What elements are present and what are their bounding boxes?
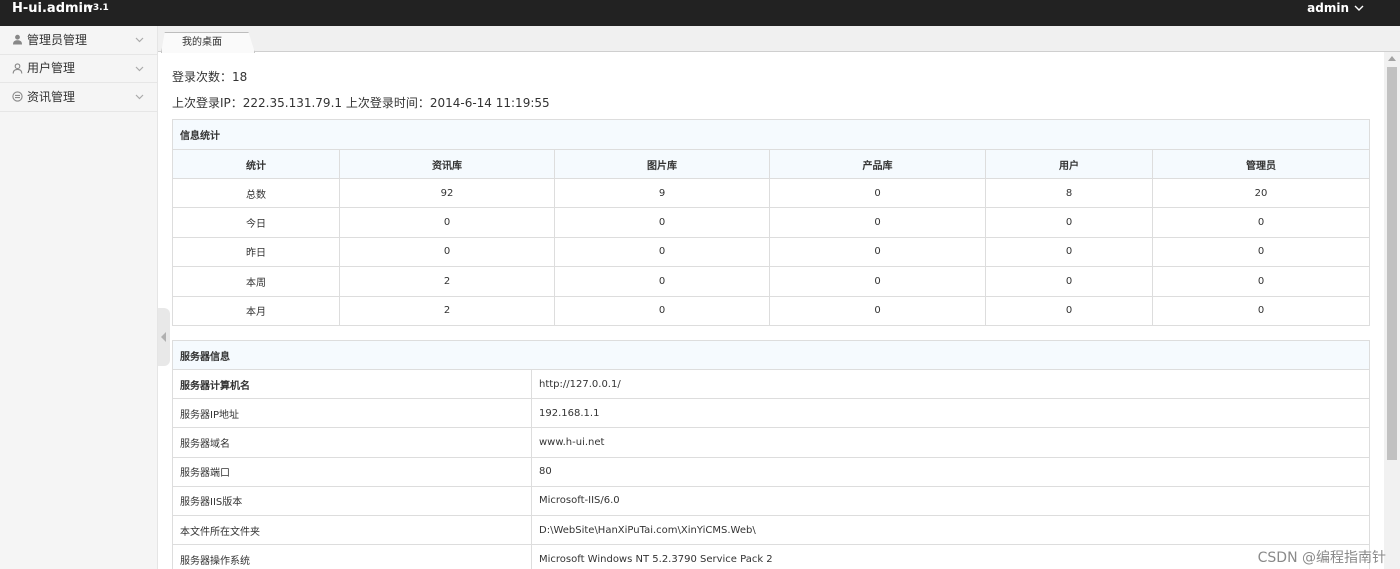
table-row: 本文件所在文件夹 D:\WebSite\HanXiPuTai.com\XinYi… (172, 514, 1370, 546)
table-cell: Microsoft Windows NT 5.2.3790 Service Pa… (531, 544, 1370, 569)
table-cell: 0 (339, 207, 555, 238)
table-row: 昨日 0 0 0 0 0 (172, 236, 1370, 268)
table-cell: 0 (769, 236, 986, 268)
table-cell: 0 (985, 207, 1153, 238)
stats-table: 信息统计 统计 资讯库 图片库 产品库 用户 管理员 总数 92 9 0 8 2… (172, 119, 1370, 326)
sidebar-item-user-management[interactable]: 用户管理 (0, 55, 157, 83)
sidebar-item-label: 用户管理 (27, 61, 76, 76)
table-cell: 0 (554, 207, 770, 238)
table-cell: 2 (339, 295, 555, 326)
chevron-down-icon (135, 37, 144, 43)
sidebar-collapse-handle[interactable] (158, 308, 170, 366)
table-cell: 本周 (172, 266, 340, 297)
vertical-scrollbar[interactable] (1384, 52, 1400, 569)
table-cell: 0 (985, 266, 1153, 297)
table-row: 今日 0 0 0 0 0 (172, 207, 1370, 238)
table-cell: 9 (554, 177, 770, 209)
table-cell: 0 (339, 236, 555, 268)
chevron-down-icon (1354, 5, 1364, 11)
login-count: 登录次数：18 (172, 70, 248, 84)
table-header-row: 统计 资讯库 图片库 产品库 用户 管理员 (172, 149, 1370, 179)
table-cell: 92 (339, 177, 555, 209)
column-header: 统计 (172, 149, 340, 179)
table-cell: http://127.0.0.1/ (531, 368, 1370, 400)
table-row: 服务器计算机名 http://127.0.0.1/ (172, 368, 1370, 400)
version-label: v3.1 (87, 3, 109, 13)
table-cell: 80 (531, 456, 1370, 487)
sidebar-item-label: 管理员管理 (27, 32, 88, 47)
table-cell: 服务器IIS版本 (172, 485, 532, 516)
table-cell: 服务器操作系统 (172, 544, 532, 569)
sidebar-item-label: 资讯管理 (27, 89, 76, 104)
table-cell: D:\WebSite\HanXiPuTai.com\XinYiCMS.Web\ (531, 514, 1370, 546)
table-cell: Microsoft-IIS/6.0 (531, 485, 1370, 516)
user-name: admin (1307, 1, 1349, 15)
table-row: 服务器端口 80 (172, 456, 1370, 487)
table-cell: 今日 (172, 207, 340, 238)
table-row: 服务器域名 www.h-ui.net (172, 427, 1370, 458)
main-content: 登录次数：18 上次登录IP：222.35.131.79.1 上次登录时间：20… (158, 52, 1384, 569)
column-header: 图片库 (554, 149, 770, 179)
table-cell: 0 (1152, 295, 1370, 326)
table-cell: 0 (769, 266, 986, 297)
server-info-table: 服务器信息 服务器计算机名 http://127.0.0.1/ 服务器IP地址 … (172, 340, 1370, 569)
column-header: 用户 (985, 149, 1153, 179)
table-cell: 0 (554, 236, 770, 268)
table-cell: 2 (339, 266, 555, 297)
table-cell: 服务器端口 (172, 456, 532, 487)
table-cell: 0 (1152, 236, 1370, 268)
chevron-down-icon (135, 66, 144, 71)
table-cell: 0 (985, 295, 1153, 326)
brand-logo[interactable]: H-ui.admin (12, 1, 92, 17)
column-header: 管理员 (1152, 149, 1370, 179)
table-cell: 0 (769, 207, 986, 238)
stats-table-caption: 信息统计 (172, 119, 1370, 150)
table-cell: 总数 (172, 177, 340, 209)
table-cell: 192.168.1.1 (531, 398, 1370, 429)
sidebar-item-news-management[interactable]: 资讯管理 (0, 83, 157, 112)
table-cell: 0 (769, 177, 986, 209)
table-cell: 服务器计算机名 (172, 368, 532, 400)
scroll-up-arrow-icon[interactable] (1388, 56, 1396, 61)
table-row: 总数 92 9 0 8 20 (172, 177, 1370, 209)
chevron-down-icon (135, 94, 144, 100)
table-row: 服务器IP地址 192.168.1.1 (172, 398, 1370, 429)
table-cell: 0 (1152, 266, 1370, 297)
admin-user-icon (13, 35, 22, 45)
top-navbar: H-ui.admin v3.1 admin (0, 0, 1400, 26)
watermark: CSDN @编程指南针 (1257, 550, 1386, 566)
table-cell: 本文件所在文件夹 (172, 514, 532, 546)
table-cell: 0 (554, 295, 770, 326)
news-icon (12, 91, 23, 102)
table-cell: 8 (985, 177, 1153, 209)
column-header: 产品库 (769, 149, 986, 179)
table-cell: 0 (769, 295, 986, 326)
sidebar: 管理员管理 用户管理 资讯管理 (0, 26, 158, 569)
tab-my-desktop[interactable]: 我的桌面 (161, 32, 255, 53)
table-cell: 0 (554, 266, 770, 297)
table-cell: 0 (1152, 207, 1370, 238)
table-cell: 本月 (172, 295, 340, 326)
table-cell: 昨日 (172, 236, 340, 268)
table-cell: 20 (1152, 177, 1370, 209)
scrollbar-thumb[interactable] (1387, 67, 1397, 460)
column-header: 资讯库 (339, 149, 555, 179)
table-row: 服务器操作系统 Microsoft Windows NT 5.2.3790 Se… (172, 544, 1370, 569)
tab-bar: 我的桌面 (158, 26, 1400, 53)
table-row: 本周 2 0 0 0 0 (172, 266, 1370, 297)
table-row: 本月 2 0 0 0 0 (172, 295, 1370, 326)
table-cell: 服务器域名 (172, 427, 532, 458)
chevron-left-icon (161, 332, 166, 342)
user-menu[interactable]: admin (1307, 1, 1364, 15)
table-cell: www.h-ui.net (531, 427, 1370, 458)
last-login-info: 上次登录IP：222.35.131.79.1 上次登录时间：2014-6-14 … (172, 96, 550, 110)
table-cell: 服务器IP地址 (172, 398, 532, 429)
table-row: 服务器IIS版本 Microsoft-IIS/6.0 (172, 485, 1370, 516)
table-cell: 0 (985, 236, 1153, 268)
sidebar-item-admin-management[interactable]: 管理员管理 (0, 26, 157, 55)
server-table-caption: 服务器信息 (172, 340, 1370, 370)
user-icon (12, 63, 23, 74)
